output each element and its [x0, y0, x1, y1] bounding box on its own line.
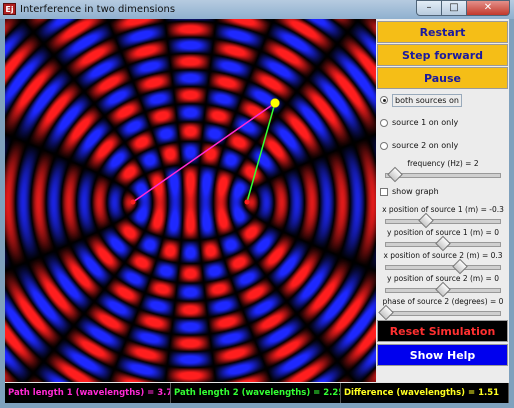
checkbox-box: [380, 188, 388, 196]
source-1-marker[interactable]: [130, 199, 136, 205]
status-difference: Difference (wavelengths) = 1.51: [341, 383, 509, 403]
path-line-1: [132, 102, 276, 203]
app-window: Ej Interference in two dimensions – □ ✕ …: [0, 0, 514, 408]
radio-both-sources[interactable]: both sources on: [380, 93, 462, 107]
restart-button[interactable]: Restart: [377, 21, 508, 43]
window-title: Interference in two dimensions: [20, 4, 176, 15]
radio-source-1-only[interactable]: source 1 on only: [380, 116, 458, 130]
title-bar: Ej Interference in two dimensions – □ ✕: [0, 0, 514, 19]
simulation-view[interactable]: [5, 19, 376, 382]
slider-track: [385, 265, 501, 270]
probe-point[interactable]: [270, 98, 280, 108]
minimize-button[interactable]: –: [416, 0, 442, 16]
slider-label: x position of source 2 (m) = 0.3: [383, 251, 503, 260]
slider-label: phase of source 2 (degrees) = 0: [382, 297, 504, 306]
radio-source-2-only[interactable]: source 2 on only: [380, 139, 458, 153]
y-source-1-slider[interactable]: y position of source 1 (m) = 0: [382, 228, 504, 252]
path-line-2: [246, 102, 276, 203]
slider-knob[interactable]: [387, 166, 403, 183]
pause-button[interactable]: Pause: [377, 67, 508, 89]
radio-dot: [380, 119, 388, 127]
slider-knob[interactable]: [452, 258, 468, 275]
close-button[interactable]: ✕: [467, 0, 510, 16]
x-source-2-slider[interactable]: x position of source 2 (m) = 0.3: [382, 251, 504, 275]
show-help-button[interactable]: Show Help: [377, 344, 508, 366]
slider-label: frequency (Hz) = 2: [407, 159, 479, 168]
source-2-marker[interactable]: [244, 199, 250, 205]
slider-label: x position of source 1 (m) = -0.3: [382, 205, 504, 214]
phase-source-2-slider[interactable]: phase of source 2 (degrees) = 0: [378, 297, 504, 321]
slider-track: [385, 311, 501, 316]
slider-track: [385, 219, 501, 224]
radio-label: source 2 on only: [392, 141, 459, 150]
client-area: Restart Step forward Pause both sources …: [5, 19, 509, 403]
x-source-1-slider[interactable]: x position of source 1 (m) = -0.3: [382, 205, 504, 229]
status-path-length-1: Path length 1 (wavelengths) = 3.76: [5, 383, 171, 403]
path-overlay: [130, 98, 280, 205]
radio-dot: [380, 142, 388, 150]
status-path-length-2: Path length 2 (wavelengths) = 2.25: [171, 383, 341, 403]
slider-knob[interactable]: [435, 235, 451, 252]
maximize-button[interactable]: □: [442, 0, 467, 16]
slider-knob[interactable]: [435, 281, 451, 298]
reset-simulation-button[interactable]: Reset Simulation: [377, 320, 508, 342]
frequency-slider[interactable]: frequency (Hz) = 2: [382, 159, 504, 183]
radio-dot: [380, 96, 388, 104]
y-source-2-slider[interactable]: y position of source 2 (m) = 0: [382, 274, 504, 298]
app-icon: Ej: [3, 3, 16, 15]
show-graph-checkbox[interactable]: show graph: [380, 185, 439, 199]
step-forward-button[interactable]: Step forward: [377, 44, 508, 66]
control-panel: Restart Step forward Pause both sources …: [376, 19, 509, 382]
radio-label: source 1 on only: [392, 118, 459, 127]
checkbox-label: show graph: [392, 187, 439, 196]
slider-knob[interactable]: [378, 304, 394, 321]
radio-label: both sources on: [392, 93, 462, 107]
slider-knob[interactable]: [418, 212, 434, 229]
